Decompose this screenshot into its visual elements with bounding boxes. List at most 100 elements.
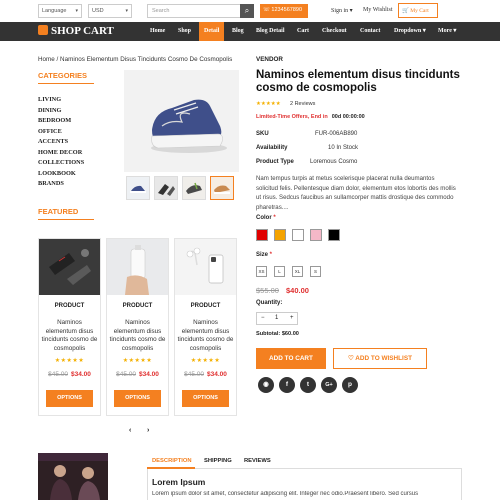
nav-more-label: More <box>438 28 452 34</box>
cart-button[interactable]: 🛒 My Cart <box>398 3 438 18</box>
quantity-label: Quantity: <box>256 300 283 306</box>
product-thumbnail[interactable] <box>126 176 150 200</box>
tab-shipping[interactable]: SHIPPING <box>204 458 232 464</box>
color-swatch-white[interactable] <box>292 229 304 241</box>
nav-home[interactable]: Home <box>150 22 165 41</box>
old-price: $45.00 <box>48 371 68 378</box>
featured-product-image[interactable] <box>175 239 236 295</box>
nav-blog[interactable]: Blog <box>232 22 244 41</box>
featured-product-name[interactable]: Naminos elementum disus tincidunts cosmo… <box>41 319 98 353</box>
currency-select[interactable]: USD ▾ <box>88 4 132 18</box>
nav-checkout[interactable]: Checkout <box>322 22 347 41</box>
tab-reviews[interactable]: REVIEWS <box>244 458 271 464</box>
size-option-xl[interactable]: XL <box>292 266 303 277</box>
category-bedroom[interactable]: BEDROOM <box>38 117 71 124</box>
nav-detail[interactable]: Detail <box>199 22 225 41</box>
google-plus-icon[interactable]: G+ <box>321 377 337 393</box>
nav-more[interactable]: More ▾ <box>438 22 456 41</box>
signin-link[interactable]: Sign in ▾ <box>331 7 353 14</box>
featured-product-name[interactable]: Naminos elementum disus tincidunts cosmo… <box>109 319 166 353</box>
phone-badge[interactable]: ☏ 1234567890 <box>260 4 308 18</box>
product-main-image[interactable] <box>124 70 239 172</box>
options-button[interactable]: OPTIONS <box>114 390 161 407</box>
language-select-value: Language <box>42 8 67 14</box>
featured-product-price: $45.00 $34.00 <box>39 371 100 378</box>
tab-text: Lorem ipsum dolor sit amet, consectetur … <box>152 491 419 497</box>
cart-label: My Cart <box>410 8 429 14</box>
tab-description[interactable]: DESCRIPTION <box>152 458 192 464</box>
nav-dropdown[interactable]: Dropdown ▾ <box>394 22 426 41</box>
size-option-xs[interactable]: XS <box>256 266 267 277</box>
product-thumbnail-selected[interactable] <box>210 176 234 200</box>
product-thumbnail[interactable] <box>154 176 178 200</box>
category-dining[interactable]: DINING <box>38 107 61 114</box>
category-office[interactable]: OFFICE <box>38 128 62 135</box>
product-title: Naminos elementum disus tincidunts cosmo… <box>256 69 460 94</box>
add-to-wishlist-button[interactable]: ♡ ADD TO WISHLIST <box>333 348 427 369</box>
featured-product-card[interactable]: PRODUCT Naminos elementum disus tincidun… <box>106 238 169 416</box>
color-swatch-pink[interactable] <box>310 229 322 241</box>
required-mark: * <box>271 215 276 221</box>
featured-product-image[interactable] <box>39 239 100 295</box>
category-living[interactable]: LIVING <box>38 96 61 103</box>
sale-price: $40.00 <box>286 286 309 295</box>
old-price: $55.00 <box>256 286 279 295</box>
category-lookbook[interactable]: LOOKBOOK <box>38 170 76 177</box>
search-button[interactable]: ⌕ <box>240 4 254 18</box>
availability-value: 10 In Stock <box>328 145 359 151</box>
category-home-decor[interactable]: HOME DECOR <box>38 149 82 156</box>
quantity-value[interactable]: 1 <box>275 315 278 321</box>
pinterest-icon[interactable]: p <box>342 377 358 393</box>
sku-value: FUR-006AB890 <box>315 131 358 137</box>
featured-product-name[interactable]: Naminos elementum disus tincidunts cosmo… <box>177 319 234 353</box>
minus-icon[interactable]: − <box>261 315 265 321</box>
old-price: $45.00 <box>116 371 136 378</box>
language-select[interactable]: Language ▾ <box>38 4 82 18</box>
subtotal: Subtotal: $60.00 <box>256 331 299 337</box>
color-swatch-red[interactable] <box>256 229 268 241</box>
search-input[interactable]: Search <box>147 4 254 18</box>
facebook-icon[interactable]: f <box>279 377 295 393</box>
nav-shop[interactable]: Shop <box>178 22 191 41</box>
category-brands[interactable]: BRANDS <box>38 180 64 187</box>
category-collections[interactable]: COLLECTIONS <box>38 159 84 166</box>
options-button[interactable]: OPTIONS <box>182 390 229 407</box>
size-option-l[interactable]: L <box>274 266 285 277</box>
phone-number: 1234567890 <box>271 7 303 13</box>
quantity-stepper[interactable]: − 1 + <box>256 312 298 325</box>
chevron-down-icon: ▾ <box>453 28 457 34</box>
add-to-wishlist-label: ADD TO WISHLIST <box>355 355 412 362</box>
sku-label: SKU <box>256 131 269 137</box>
nav-cart[interactable]: Cart <box>297 22 309 41</box>
rss-icon[interactable]: ◉ <box>258 377 274 393</box>
nav-contact[interactable]: Contact <box>360 22 380 41</box>
nav-blog-detail[interactable]: Blog Detail <box>256 22 285 41</box>
add-to-cart-button[interactable]: ADD TO CART <box>256 348 326 369</box>
color-swatch-orange[interactable] <box>274 229 286 241</box>
chevron-left-icon[interactable]: ‹ <box>129 427 131 434</box>
chevron-down-icon: ▾ <box>422 28 426 34</box>
options-button[interactable]: OPTIONS <box>46 390 93 407</box>
wishlist-link[interactable]: My Wishlist <box>363 7 393 13</box>
chevron-right-icon[interactable]: › <box>147 427 149 434</box>
category-accents[interactable]: ACCENTS <box>38 138 68 145</box>
sale-price: $34.00 <box>139 371 159 378</box>
divider <box>38 83 94 84</box>
chevron-down-icon: ▾ <box>349 8 353 14</box>
featured-product-card[interactable]: PRODUCT Naminos elementum disus tincidun… <box>174 238 237 416</box>
brand-logo[interactable]: SHOP CART <box>38 25 114 37</box>
offer-label: Limited-Time Offers, End in <box>256 114 328 120</box>
size-option-s[interactable]: S <box>310 266 321 277</box>
twitter-icon[interactable]: t <box>300 377 316 393</box>
cart-icon: 🛒 <box>402 8 409 14</box>
vendor-label[interactable]: VENDOR <box>256 56 283 63</box>
product-thumbnail[interactable] <box>182 176 206 200</box>
featured-product-image[interactable] <box>107 239 168 295</box>
plus-icon[interactable]: + <box>290 315 294 321</box>
color-swatch-black[interactable] <box>328 229 340 241</box>
featured-product-card[interactable]: PRODUCT Naminos elementum disus tincidun… <box>38 238 101 416</box>
old-price: $45.00 <box>184 371 204 378</box>
reviews-link[interactable]: 2 Reviews <box>290 101 315 107</box>
sale-price: $34.00 <box>207 371 227 378</box>
phone-icon: ☏ <box>263 7 270 13</box>
